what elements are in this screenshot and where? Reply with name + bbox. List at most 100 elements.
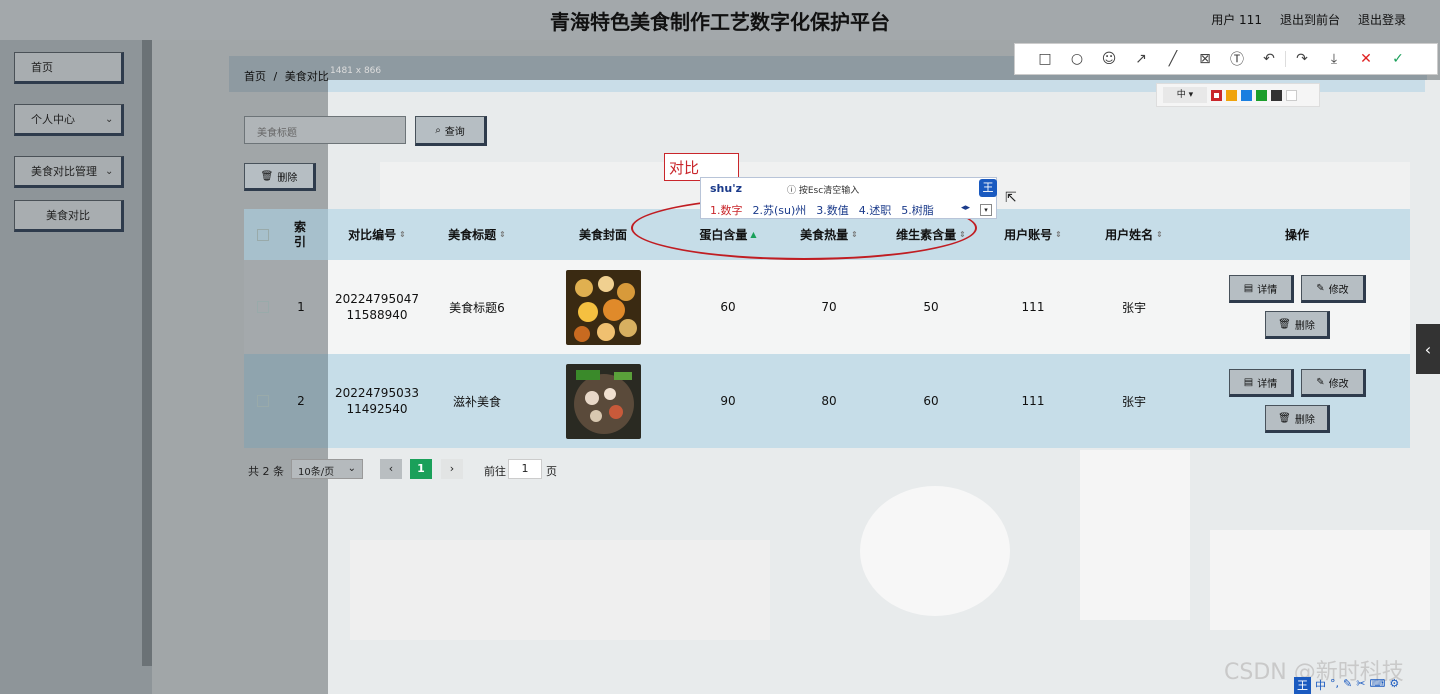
detail-button[interactable]: ▤ 详情 [1229,369,1294,397]
cell-vitamin: 60 [923,394,939,408]
sidebar-item-profile[interactable]: 个人中心 ⌄ [14,104,124,136]
color-swatch-dark[interactable] [1271,89,1282,101]
select-all-checkbox[interactable] [244,209,282,260]
chevron-down-icon: ⌄ [347,463,356,474]
col-code[interactable]: 对比编号 ⇕ [328,209,426,260]
cell-calories: 80 [821,394,837,408]
line-tool-icon[interactable]: ╱ [1157,51,1189,67]
arrow-tool-icon[interactable]: ↗ [1125,51,1157,67]
size-value: 中 [1176,90,1186,100]
cell-index: 1 [297,300,305,314]
ime-candidate[interactable]: 3.数值 [816,202,849,218]
rectangle-tool-icon[interactable]: □ [1029,51,1061,67]
sort-icon[interactable]: ⇕ [499,230,506,239]
annotation-color-bar: 中 ▾ [1156,83,1320,107]
next-page-button[interactable]: › [441,459,463,479]
row-checkbox[interactable] [244,260,282,354]
ime-candidate[interactable]: 1.数字 [710,202,743,218]
edit-label: 修改 [1328,378,1349,390]
ime-candidate-window: shu'z ⓘ 按Esc清空输入 王 1.数字 2.苏(su)州 3.数值 4.… [700,177,997,219]
cell-cover [528,260,678,354]
sort-icon[interactable]: ⇕ [1055,230,1062,239]
ime-tools-icon: ✂ [1356,677,1366,690]
sidebar-item-compare[interactable]: 美食对比 [14,200,124,232]
mosaic-tool-icon[interactable]: ⊠ [1189,51,1221,67]
emoji-tool-icon[interactable]: ☺ [1093,51,1125,67]
pager-total: 共 2 条 [248,465,284,478]
sidebar-item-home[interactable]: 首页 [14,52,124,84]
detail-label: 详情 [1257,378,1278,390]
delete-label: 删除 [1294,414,1315,426]
ime-candidate[interactable]: 4.述职 [859,202,892,218]
delete-button[interactable]: 🗑 删除 [1265,311,1330,339]
breadcrumb-home[interactable]: 首页 [244,70,266,83]
edit-button[interactable]: ✎ 修改 [1301,369,1366,397]
col-title[interactable]: 美食标题 ⇕ [426,209,528,260]
ime-page-arrows[interactable]: ◂▸ [961,203,970,213]
breadcrumb-separator: / [273,70,278,83]
cell-name: 张宇 [1121,394,1146,409]
cell-protein: 60 [720,300,736,314]
collapse-handle-chevron-left-icon[interactable]: ‹ [1416,324,1440,374]
bulk-delete-button[interactable]: 🗑 删除 [244,163,316,191]
food-image[interactable] [565,269,641,345]
food-image[interactable] [565,363,641,439]
cell-title: 美食标题6 [449,300,505,315]
pencil-icon: ✎ [1316,376,1325,388]
back-to-front-link[interactable]: 退出到前台 [1280,11,1340,28]
page-size-value: 10条/页 [298,467,335,478]
ellipse-tool-icon[interactable]: ○ [1061,51,1093,67]
col-account[interactable]: 用户账号 ⇕ [982,209,1084,260]
ime-candidates: 1.数字 2.苏(su)州 3.数值 4.述职 5.树脂 [710,202,934,218]
ime-status-bar[interactable]: 王中 °, ✎ ✂ ⌨ ⚙ [1294,677,1440,694]
logout-link[interactable]: 退出登录 [1358,11,1406,28]
ime-candidate[interactable]: 5.树脂 [901,202,934,218]
ime-mode-icon: 中 [1315,679,1326,692]
page-size-select[interactable]: 10条/页 ⌄ [291,459,363,479]
ime-logo-icon: 王 [979,179,997,197]
color-swatch-red[interactable] [1211,89,1222,101]
document-icon: ▤ [1243,376,1254,388]
color-swatch-white[interactable] [1286,89,1297,101]
cursor-icon: ⇱ [1005,190,1017,206]
delete-button[interactable]: 🗑 删除 [1265,405,1330,433]
chevron-down-icon: ⌄ [105,165,114,177]
color-swatch-green[interactable] [1256,89,1267,101]
decor-tape-roll [860,486,1010,616]
cancel-icon[interactable]: ✕ [1350,51,1382,67]
cell-title: 滋补美食 [452,394,501,409]
col-name[interactable]: 用户姓名 ⇕ [1084,209,1184,260]
undo-icon[interactable]: ↶ [1253,51,1285,67]
sidebar [0,40,152,694]
edit-button[interactable]: ✎ 修改 [1301,275,1366,303]
ime-keyboard-icon: ⌨ [1369,677,1386,690]
ime-pen-icon: ✎ [1343,677,1353,690]
size-select[interactable]: 中 ▾ [1163,87,1207,103]
search-input[interactable]: 美食标题 [244,116,406,144]
ime-hint: ⓘ 按Esc清空输入 [787,183,859,196]
sort-icon[interactable]: ⇕ [1156,230,1163,239]
edit-label: 修改 [1328,284,1349,296]
sort-icon[interactable]: ⇕ [399,230,406,239]
color-swatch-orange[interactable] [1226,89,1237,101]
share-icon[interactable]: ↷ [1285,51,1318,67]
ime-expand-icon[interactable]: ▾ [980,204,992,216]
detail-button[interactable]: ▤ 详情 [1229,275,1294,303]
sidebar-item-compare-manage[interactable]: 美食对比管理 ⌄ [14,156,124,188]
confirm-icon[interactable]: ✓ [1382,51,1414,67]
document-icon: ▤ [1243,282,1254,294]
sidebar-scrollbar[interactable] [142,40,152,666]
save-icon[interactable]: ⤓ [1318,51,1350,67]
page-1-button[interactable]: 1 [410,459,432,479]
ime-logo-icon: 王 [1294,677,1311,694]
cell-vitamin: 50 [923,300,939,314]
text-tool-icon[interactable]: Ⓣ [1221,49,1253,69]
prev-page-button[interactable]: ‹ [380,459,402,479]
selection-dimensions: 1481 x 866 [330,66,382,76]
ime-candidate[interactable]: 2.苏(su)州 [753,202,807,218]
color-swatch-blue[interactable] [1241,89,1252,101]
goto-page-input[interactable]: 1 [508,459,542,479]
query-button[interactable]: ⌕ 查询 [415,116,487,146]
table-row: 2 2022479503311492540 滋补美食 90 80 60 111 … [244,354,1410,448]
row-checkbox[interactable] [244,354,282,448]
